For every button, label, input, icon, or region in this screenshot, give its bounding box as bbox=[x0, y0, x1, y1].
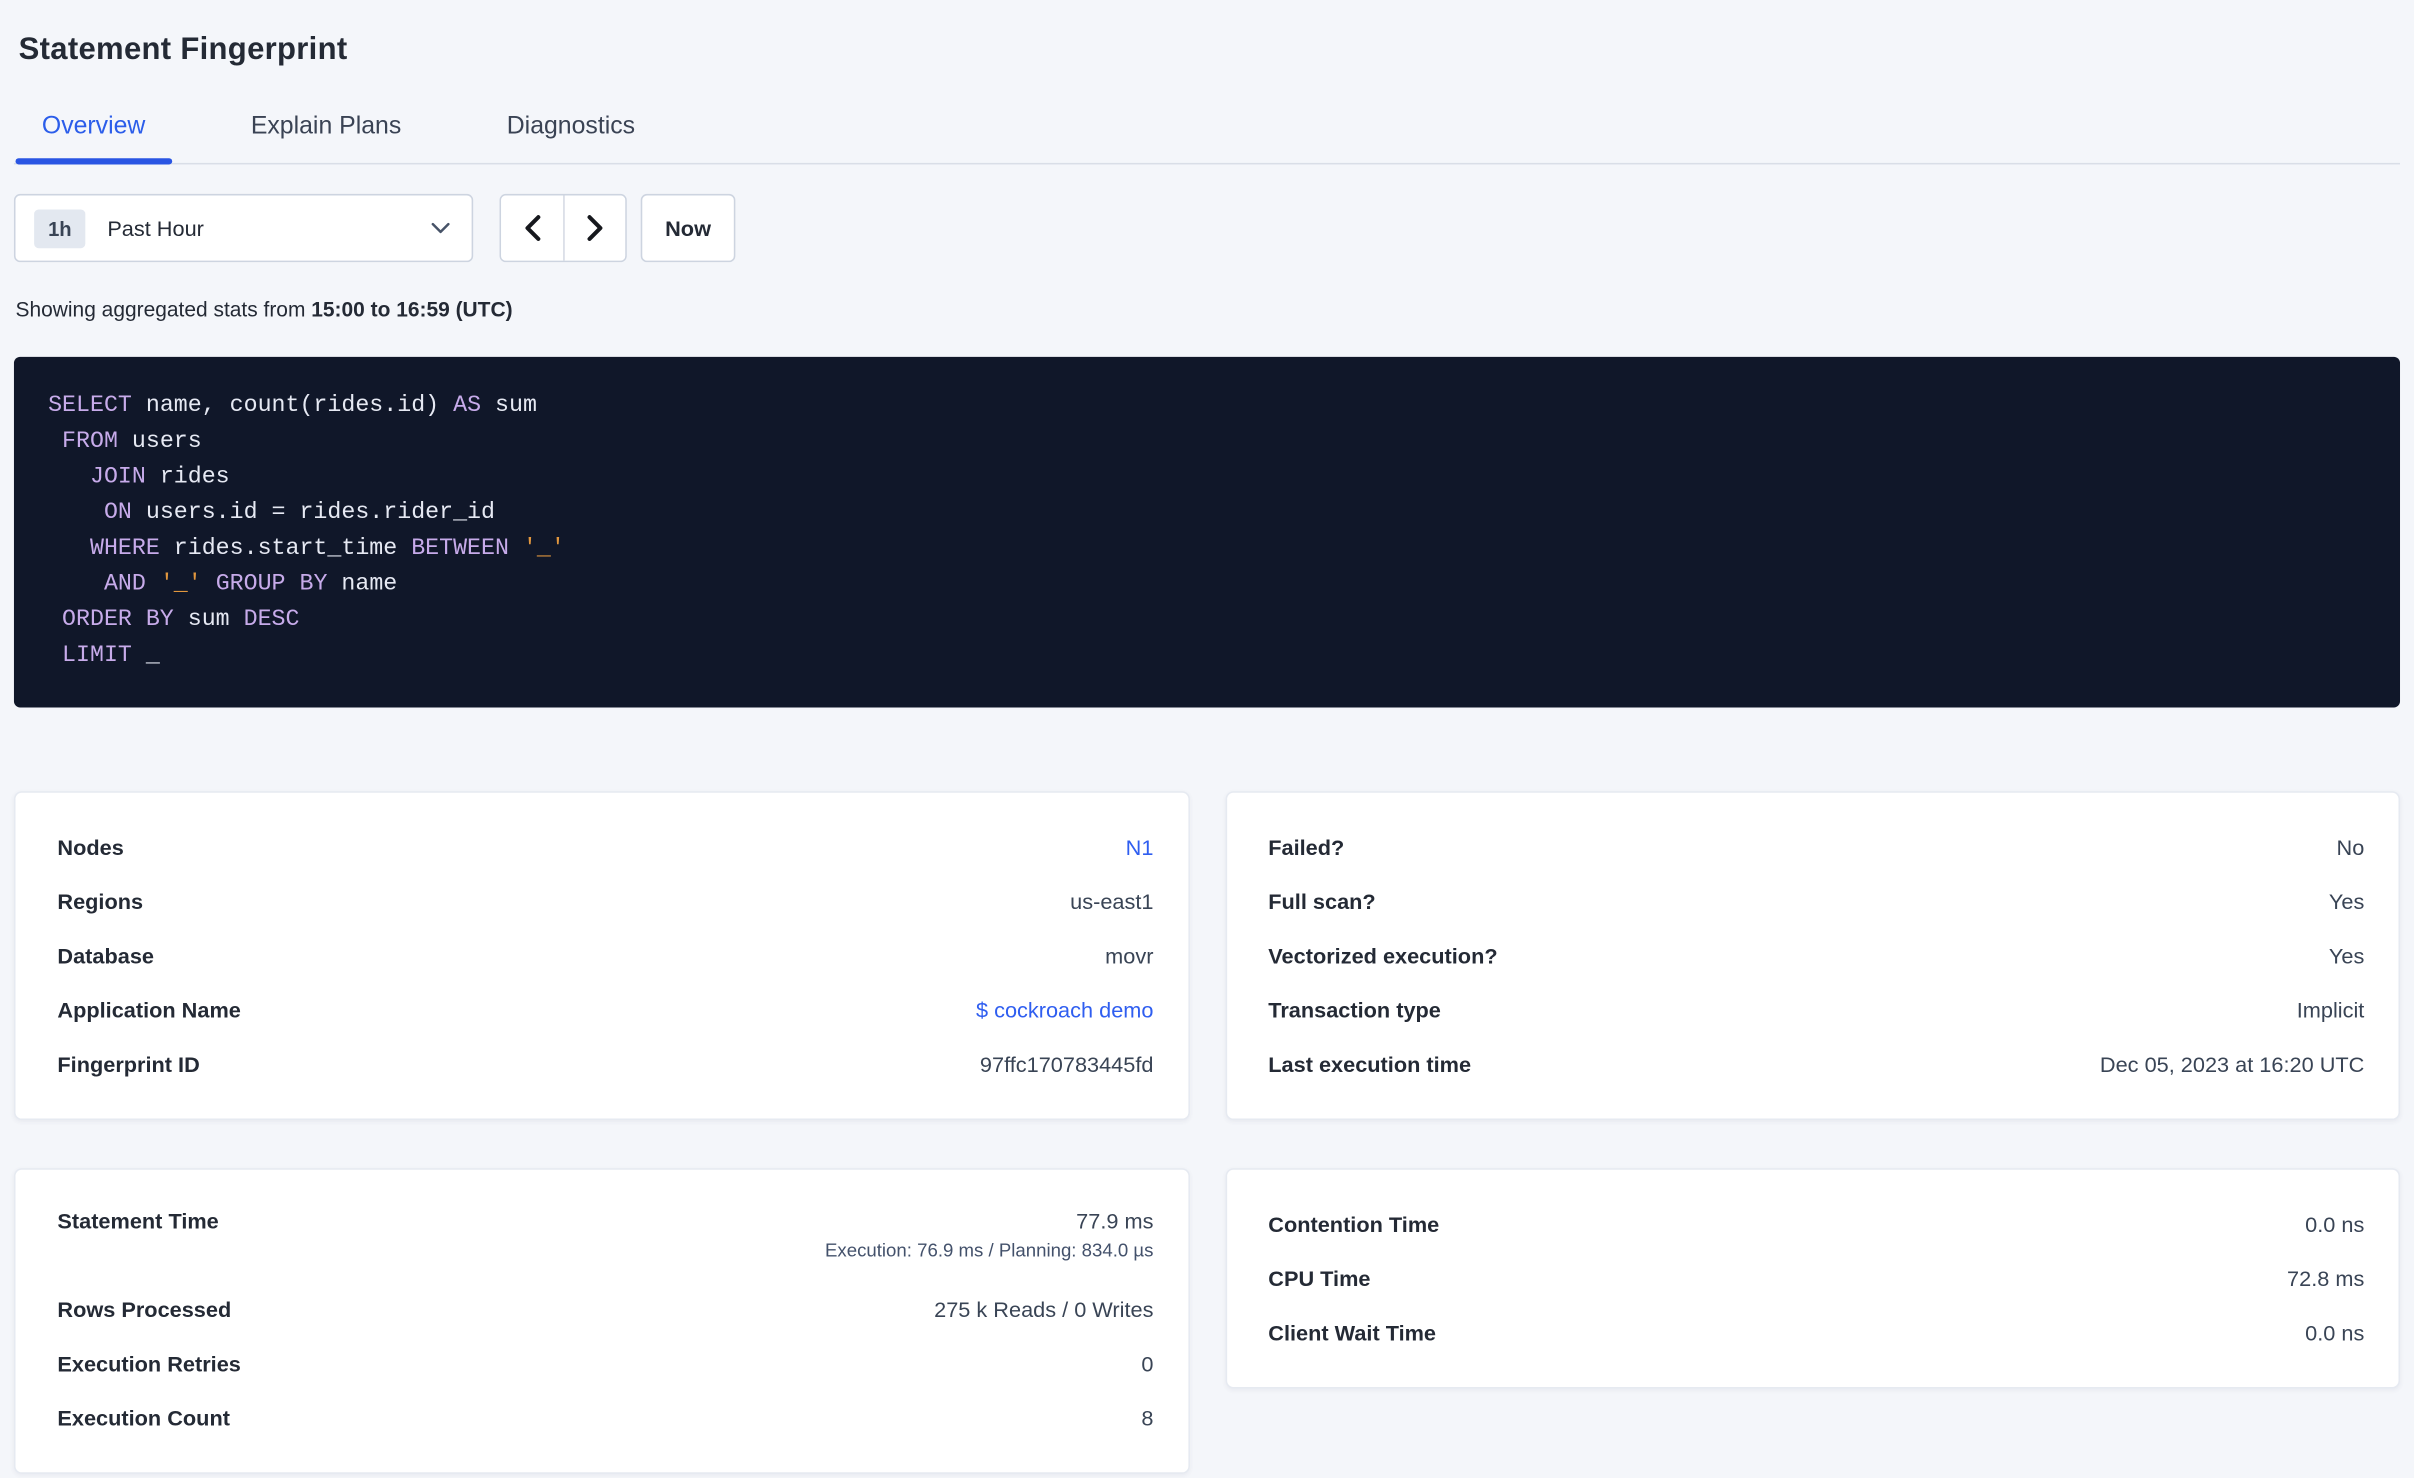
table-row: CPU Time 72.8 ms bbox=[1268, 1250, 2364, 1304]
row-value: 72.8 ms bbox=[2287, 1265, 2365, 1290]
row-value: 0.0 ns bbox=[2305, 1319, 2365, 1345]
row-label: Statement Time bbox=[57, 1208, 219, 1234]
sql-line: JOIN rides bbox=[48, 463, 230, 491]
aggregation-range-text: Showing aggregated stats from 15:00 to 1… bbox=[14, 298, 2400, 321]
sql-line: ORDER BY sum DESC bbox=[48, 606, 300, 633]
details-cards-row-2: Statement Time 77.9 ms Execution: 76.9 m… bbox=[13, 1168, 2401, 1474]
row-label: Last execution time bbox=[1268, 1051, 1472, 1076]
sql-line: LIMIT _ bbox=[48, 642, 160, 669]
sql-line: ON users.id = rides.rider_id bbox=[48, 499, 495, 526]
row-label: Database bbox=[57, 942, 155, 968]
row-value: No bbox=[2336, 833, 2365, 859]
row-label: Client Wait Time bbox=[1268, 1319, 1437, 1345]
aggregation-range-value: 15:00 to 16:59 (UTC) bbox=[311, 297, 513, 322]
row-label: Nodes bbox=[57, 833, 124, 859]
table-row: Rows Processed 275 k Reads / 0 Writes bbox=[57, 1281, 1153, 1335]
row-label: Execution Count bbox=[57, 1404, 230, 1430]
time-stats-card: Contention Time 0.0 ns CPU Time 72.8 ms … bbox=[1224, 1168, 2401, 1389]
aggregation-range-prefix: Showing aggregated stats from bbox=[15, 297, 312, 322]
time-range-dropdown[interactable]: 1h Past Hour bbox=[13, 193, 474, 263]
table-row: Application Name $ cockroach demo bbox=[57, 982, 1153, 1036]
nodes-link[interactable]: N1 bbox=[1126, 834, 1154, 859]
table-row: Last execution time Dec 05, 2023 at 16:2… bbox=[1268, 1036, 2364, 1090]
table-row: Contention Time 0.0 ns bbox=[1268, 1196, 2364, 1250]
sql-line: AND '_' GROUP BY name bbox=[48, 570, 398, 598]
time-range-label: Past Hour bbox=[107, 215, 204, 241]
row-value: us-east1 bbox=[1070, 888, 1154, 913]
table-row: Vectorized execution? Yes bbox=[1268, 928, 2364, 982]
row-value: 0 bbox=[1141, 1350, 1154, 1376]
page-title: Statement Fingerprint bbox=[18, 32, 348, 67]
statement-fingerprint-page: Statement Fingerprint Overview Explain P… bbox=[0, 0, 2414, 1478]
tab-diagnostics[interactable]: Diagnostics bbox=[480, 101, 661, 163]
sql-statement: SELECT name, count(rides.id) AS sum FROM… bbox=[13, 356, 2401, 708]
row-label: Application Name bbox=[57, 996, 241, 1022]
statement-stats-card: Statement Time 77.9 ms Execution: 76.9 m… bbox=[13, 1168, 1190, 1474]
row-label: Contention Time bbox=[1268, 1210, 1440, 1236]
row-value-stack: 77.9 ms Execution: 76.9 ms / Planning: 8… bbox=[825, 1196, 1154, 1262]
row-label: Full scan? bbox=[1268, 888, 1376, 913]
row-label: Fingerprint ID bbox=[57, 1051, 200, 1076]
row-value: movr bbox=[1105, 942, 1154, 968]
table-row: Fingerprint ID 97ffc170783445fd bbox=[57, 1036, 1153, 1090]
row-value: 0.0 ns bbox=[2305, 1210, 2365, 1236]
row-value: 8 bbox=[1141, 1404, 1154, 1430]
row-value: Yes bbox=[2328, 888, 2365, 913]
table-row: Nodes N1 bbox=[57, 819, 1153, 873]
sql-line: WHERE rides.start_time BETWEEN '_' bbox=[48, 535, 565, 562]
table-row: Client Wait Time 0.0 ns bbox=[1268, 1305, 2364, 1359]
row-value: Implicit bbox=[2296, 996, 2365, 1022]
sql-line: FROM users bbox=[48, 428, 202, 455]
table-row: Full scan? Yes bbox=[1268, 873, 2364, 927]
row-label: Vectorized execution? bbox=[1268, 942, 1498, 968]
row-label: Failed? bbox=[1268, 833, 1345, 859]
row-subvalue: Execution: 76.9 ms / Planning: 834.0 µs bbox=[825, 1239, 1154, 1262]
tab-overview[interactable]: Overview bbox=[15, 101, 172, 165]
row-value: Dec 05, 2023 at 16:20 UTC bbox=[2099, 1051, 2365, 1076]
time-step-buttons bbox=[499, 193, 627, 263]
chevron-down-icon bbox=[431, 222, 450, 234]
chevron-left-icon bbox=[523, 214, 542, 242]
row-label: Rows Processed bbox=[57, 1296, 232, 1322]
row-value: 97ffc170783445fd bbox=[979, 1051, 1154, 1076]
table-row: Regions us-east1 bbox=[57, 873, 1153, 927]
row-label: CPU Time bbox=[1268, 1265, 1371, 1290]
tab-explain-plans[interactable]: Explain Plans bbox=[224, 101, 427, 163]
row-value: 275 k Reads / 0 Writes bbox=[934, 1296, 1154, 1322]
statement-details-card: Nodes N1 Regions us-east1 Database movr … bbox=[13, 791, 1190, 1121]
table-row: Transaction type Implicit bbox=[1268, 982, 2364, 1036]
row-value: 77.9 ms bbox=[1076, 1208, 1154, 1234]
next-time-button[interactable] bbox=[563, 195, 626, 261]
row-label: Transaction type bbox=[1268, 996, 1441, 1022]
table-row: Execution Retries 0 bbox=[57, 1336, 1153, 1390]
table-row: Statement Time 77.9 ms Execution: 76.9 m… bbox=[57, 1196, 1153, 1281]
now-button[interactable]: Now bbox=[640, 193, 736, 263]
previous-time-button[interactable] bbox=[501, 195, 564, 261]
time-controls: 1h Past Hour Now bbox=[13, 193, 2400, 263]
time-range-badge: 1h bbox=[34, 208, 86, 248]
execution-attributes-card: Failed? No Full scan? Yes Vectorized exe… bbox=[1224, 791, 2401, 1121]
row-value: Yes bbox=[2328, 942, 2365, 968]
row-label: Execution Retries bbox=[57, 1350, 241, 1376]
tab-bar: Overview Explain Plans Diagnostics bbox=[13, 101, 2401, 165]
table-row: Execution Count 8 bbox=[57, 1390, 1153, 1444]
row-label: Regions bbox=[57, 888, 144, 913]
chevron-right-icon bbox=[586, 214, 605, 242]
sql-line: SELECT name, count(rides.id) AS sum bbox=[48, 392, 537, 419]
details-cards-row-1: Nodes N1 Regions us-east1 Database movr … bbox=[13, 791, 2401, 1121]
table-row: Failed? No bbox=[1268, 819, 2364, 873]
table-row: Database movr bbox=[57, 928, 1153, 982]
application-name-link[interactable]: $ cockroach demo bbox=[976, 997, 1153, 1022]
